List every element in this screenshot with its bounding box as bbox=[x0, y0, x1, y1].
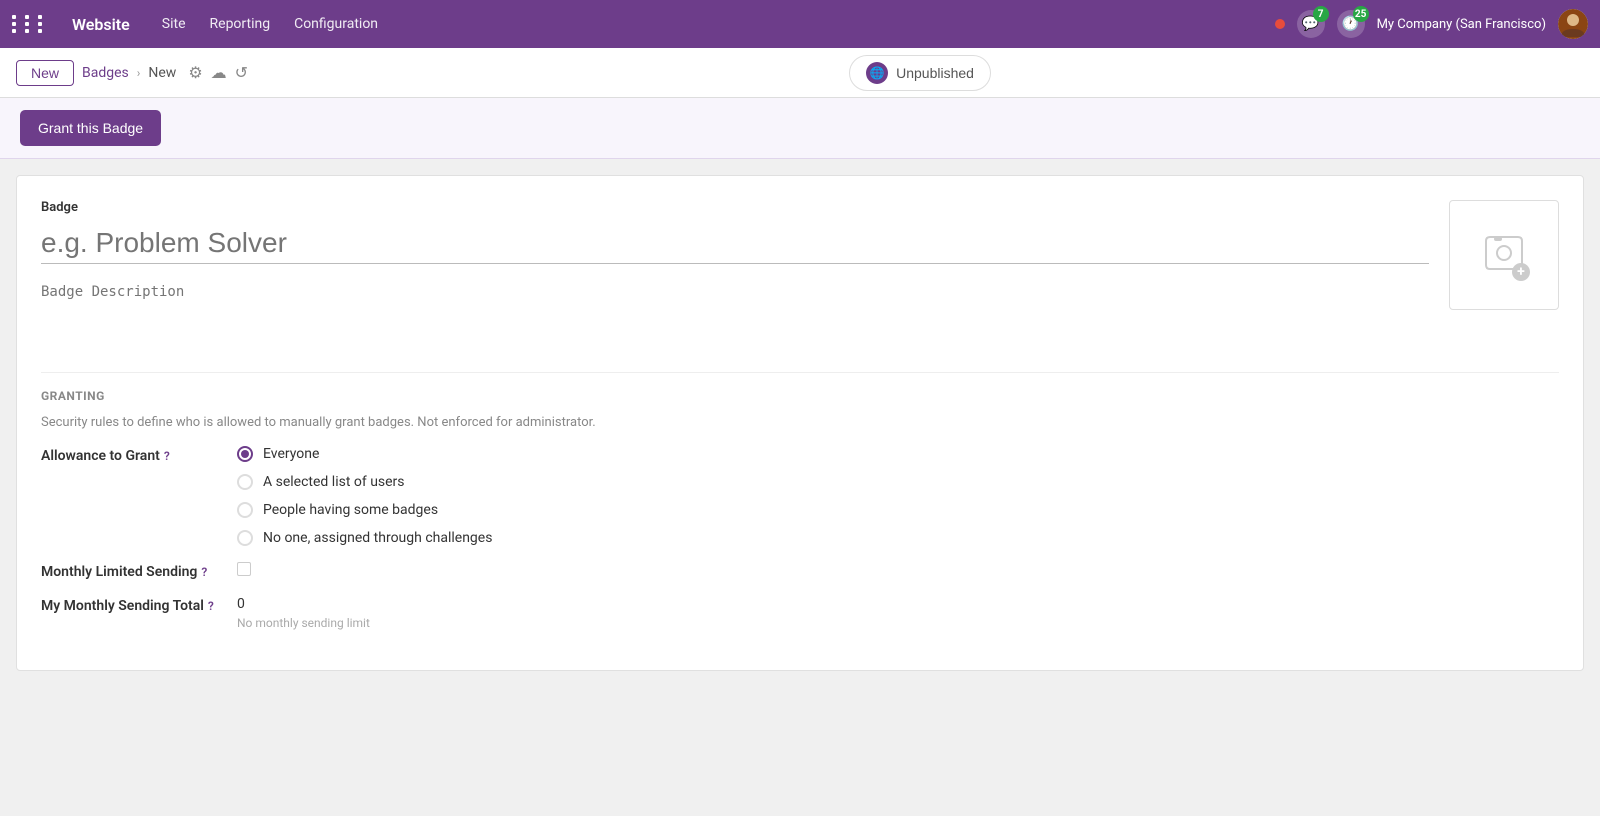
nav-site[interactable]: Site bbox=[162, 16, 186, 32]
action-bar: Grant this Badge bbox=[0, 98, 1600, 159]
badge-header-section: Badge + bbox=[41, 200, 1559, 348]
monthly-limited-checkbox-area bbox=[237, 562, 1559, 576]
user-avatar[interactable] bbox=[1558, 9, 1588, 39]
monthly-total-label: My Monthly Sending Total ? bbox=[41, 596, 221, 614]
badge-image-upload[interactable]: + bbox=[1449, 200, 1559, 310]
monthly-limited-help-icon[interactable]: ? bbox=[201, 565, 207, 579]
company-name: My Company (San Francisco) bbox=[1377, 17, 1546, 32]
breadcrumb-actions: ⚙ ☁ ↺ bbox=[188, 63, 248, 82]
refresh-icon[interactable]: ↺ bbox=[235, 63, 248, 82]
globe-icon: 🌐 bbox=[866, 62, 888, 84]
radio-everyone[interactable]: Everyone bbox=[237, 446, 1559, 462]
unpublished-button[interactable]: 🌐 Unpublished bbox=[849, 55, 991, 91]
settings-icon[interactable]: ⚙ bbox=[188, 63, 202, 82]
breadcrumb-current: New bbox=[148, 65, 176, 81]
monthly-limited-checkbox-item[interactable] bbox=[237, 562, 1559, 576]
monthly-total-value: 0 bbox=[237, 596, 1559, 612]
upload-icon[interactable]: ☁ bbox=[211, 63, 227, 82]
breadcrumb-bar: New Badges › New ⚙ ☁ ↺ 🌐 Unpublished bbox=[0, 48, 1600, 98]
breadcrumb-separator: › bbox=[137, 66, 141, 80]
new-button[interactable]: New bbox=[16, 60, 74, 86]
radio-people-badges-label: People having some badges bbox=[263, 502, 438, 518]
radio-selected-users-label: A selected list of users bbox=[263, 474, 405, 490]
unpublished-label: Unpublished bbox=[896, 65, 974, 81]
allowance-options: Everyone A selected list of users People… bbox=[237, 446, 1559, 546]
monthly-total-hint: No monthly sending limit bbox=[237, 616, 1559, 630]
publish-status-area: 🌐 Unpublished bbox=[849, 55, 991, 91]
radio-group: Everyone A selected list of users People… bbox=[237, 446, 1559, 546]
radio-selected-users[interactable]: A selected list of users bbox=[237, 474, 1559, 490]
messages-icon[interactable]: 💬 7 bbox=[1297, 10, 1325, 38]
radio-people-badges-circle bbox=[237, 502, 253, 518]
radio-no-one-label: No one, assigned through challenges bbox=[263, 530, 492, 546]
monthly-limited-checkbox[interactable] bbox=[237, 562, 251, 576]
nav-menu: Site Reporting Configuration bbox=[162, 16, 378, 32]
navbar-right: 💬 7 🕐 25 My Company (San Francisco) bbox=[1275, 9, 1588, 39]
monthly-total-value-area: 0 No monthly sending limit bbox=[237, 596, 1559, 630]
radio-selected-users-circle bbox=[237, 474, 253, 490]
breadcrumb-parent[interactable]: Badges bbox=[82, 65, 129, 81]
allowance-help-icon[interactable]: ? bbox=[164, 449, 170, 463]
radio-everyone-label: Everyone bbox=[263, 446, 319, 462]
monthly-limited-label: Monthly Limited Sending ? bbox=[41, 562, 221, 580]
status-dot-icon bbox=[1275, 19, 1285, 29]
apps-grid-icon[interactable] bbox=[12, 15, 48, 33]
badge-description-input[interactable] bbox=[41, 284, 1429, 344]
badge-fields: Badge bbox=[41, 200, 1429, 348]
messages-count: 7 bbox=[1313, 6, 1329, 22]
badge-field-label: Badge bbox=[41, 200, 1429, 215]
granting-section-title: GRANTING bbox=[41, 389, 1559, 403]
brand-name: Website bbox=[72, 15, 130, 34]
granting-desc: Security rules to define who is allowed … bbox=[41, 415, 1559, 430]
badge-name-input[interactable] bbox=[41, 223, 1429, 264]
radio-no-one[interactable]: No one, assigned through challenges bbox=[237, 530, 1559, 546]
allowance-row: Allowance to Grant ? Everyone A selected… bbox=[41, 446, 1559, 546]
nav-reporting[interactable]: Reporting bbox=[210, 16, 271, 32]
radio-no-one-circle bbox=[237, 530, 253, 546]
activities-count: 25 bbox=[1353, 6, 1369, 22]
monthly-total-help-icon[interactable]: ? bbox=[208, 599, 214, 613]
radio-everyone-circle bbox=[237, 446, 253, 462]
main-form: Badge + GRANTING Security rules to defin… bbox=[16, 175, 1584, 671]
activities-icon[interactable]: 🕐 25 bbox=[1337, 10, 1365, 38]
navbar: Website Site Reporting Configuration 💬 7… bbox=[0, 0, 1600, 48]
nav-configuration[interactable]: Configuration bbox=[294, 16, 378, 32]
radio-people-badges[interactable]: People having some badges bbox=[237, 502, 1559, 518]
monthly-limited-row: Monthly Limited Sending ? bbox=[41, 562, 1559, 580]
monthly-total-row: My Monthly Sending Total ? 0 No monthly … bbox=[41, 596, 1559, 630]
section-divider bbox=[41, 372, 1559, 373]
grant-badge-button[interactable]: Grant this Badge bbox=[20, 110, 161, 146]
allowance-label: Allowance to Grant ? bbox=[41, 446, 221, 464]
